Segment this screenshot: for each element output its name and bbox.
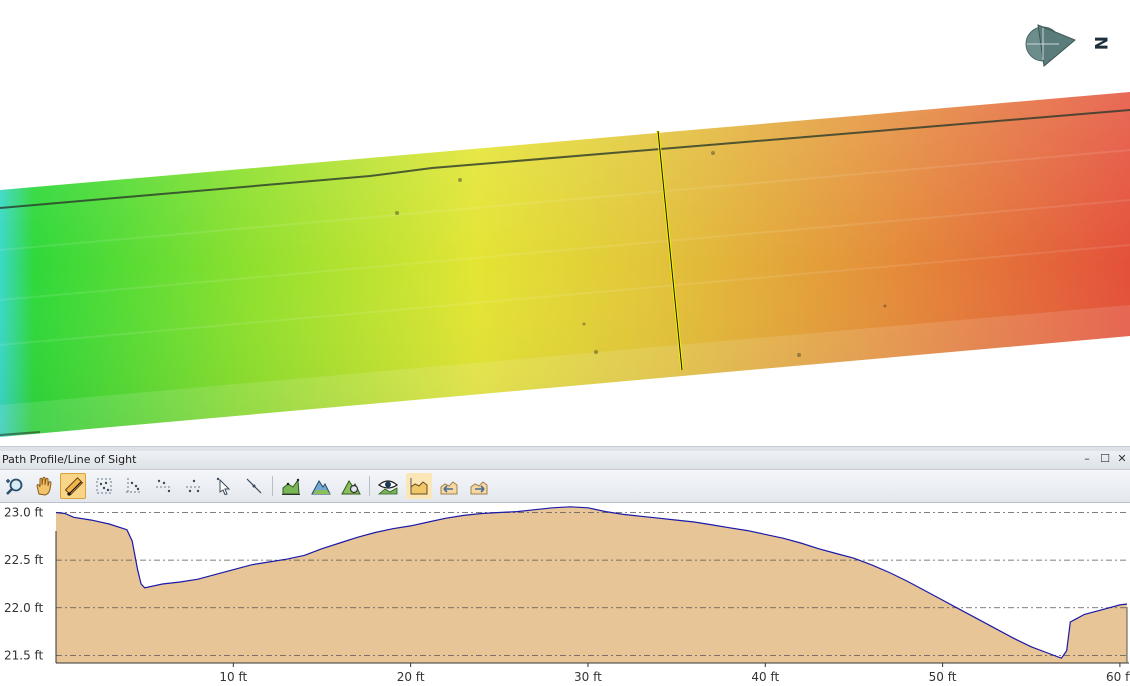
maximize-button[interactable]: ☐: [1098, 452, 1112, 466]
vertex-insert-icon: [186, 479, 202, 493]
profile-chart-tool-button[interactable]: [278, 473, 304, 499]
y-tick-label: 22.5 ft: [4, 553, 44, 567]
zoom-tool-button[interactable]: [2, 473, 28, 499]
panel-title: Path Profile/Line of Sight: [2, 453, 137, 466]
arrow-select-icon: [216, 477, 231, 496]
toolbar-separator: [272, 476, 273, 496]
pan-tool-button[interactable]: [31, 473, 57, 499]
eye-icon: [378, 480, 398, 495]
terrain-settings-icon: [341, 480, 361, 495]
select-points-tool-button[interactable]: [91, 473, 117, 499]
x-tick-label: 30 ft: [574, 670, 602, 684]
minimize-button[interactable]: –: [1080, 452, 1094, 466]
profile-view-icon: [410, 478, 428, 495]
profile-chart-svg: 23.0 ft 22.5 ft 22.0 ft 21.5 ft 10 ft 20 ft 30…: [4, 506, 1130, 684]
terrain-settings-tool-button[interactable]: [338, 473, 364, 499]
vertex-add-icon: [156, 479, 172, 493]
line-of-sight-tool-button[interactable]: [375, 473, 401, 499]
ruler-icon: [64, 477, 84, 496]
compass-icon[interactable]: [1025, 24, 1076, 67]
profile-view-tool-button[interactable]: [406, 473, 432, 499]
point-cloud-surface[interactable]: [0, 0, 1130, 447]
panel-title-bar: Path Profile/Line of Sight – ☐ ✕: [0, 451, 1130, 470]
map-view[interactable]: N: [0, 0, 1130, 447]
close-button[interactable]: ✕: [1115, 452, 1129, 466]
point-select-icon: [96, 478, 112, 494]
compass-north-label: N: [1090, 36, 1110, 50]
add-vertex-tool-button[interactable]: [151, 473, 177, 499]
x-tick-label: 40 ft: [751, 670, 779, 684]
insert-vertex-tool-button[interactable]: [181, 473, 207, 499]
edit-points-tool-button[interactable]: [121, 473, 147, 499]
line-tool-button[interactable]: [241, 473, 267, 499]
x-tick-label: 20 ft: [397, 670, 425, 684]
y-tick-label: 21.5 ft: [4, 648, 44, 662]
x-tick-label: 10 ft: [219, 670, 247, 684]
profile-toolbar: [0, 470, 1130, 503]
select-arrow-tool-button[interactable]: [211, 473, 237, 499]
x-tick-label: 50 ft: [929, 670, 957, 684]
terrain-tool-button[interactable]: [308, 473, 334, 499]
line-icon: [246, 478, 262, 494]
profile-back-tool-button[interactable]: [436, 473, 462, 499]
y-tick-label: 23.0 ft: [4, 506, 44, 520]
compass[interactable]: N: [1022, 22, 1110, 72]
x-tick-label: 60 ft: [1106, 670, 1130, 684]
measure-path-tool-button[interactable]: [60, 473, 86, 499]
terrain-icon: [311, 480, 331, 495]
point-edit-icon: [126, 478, 142, 494]
profile-chart-icon: [282, 478, 300, 495]
zoom-icon: [6, 478, 23, 495]
profile-forward-icon: [470, 481, 488, 495]
y-tick-label: 22.0 ft: [4, 601, 44, 615]
profile-forward-tool-button[interactable]: [466, 473, 492, 499]
toolbar-separator: [369, 476, 370, 496]
profile-area: [56, 506, 1127, 663]
profile-back-icon: [440, 481, 458, 495]
hand-icon: [36, 476, 52, 496]
elevation-profile-chart[interactable]: 23.0 ft 22.5 ft 22.0 ft 21.5 ft 10 ft 20 ft 30…: [0, 503, 1130, 686]
